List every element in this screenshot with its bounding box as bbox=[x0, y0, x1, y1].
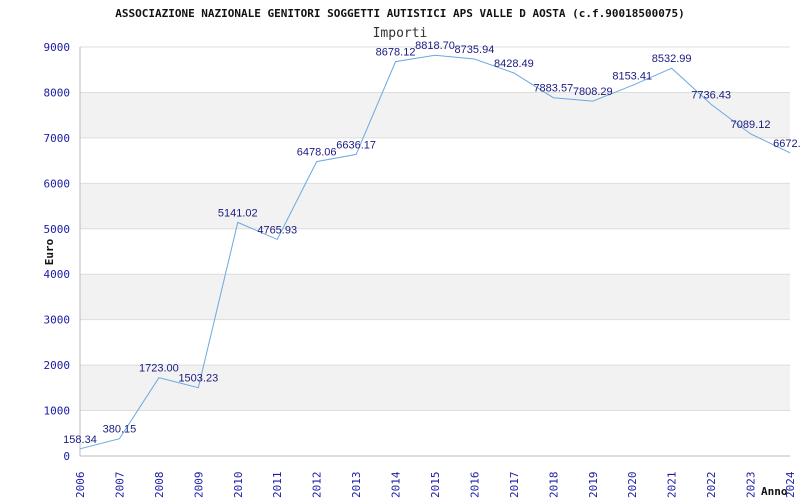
plot-background bbox=[80, 92, 790, 411]
chart-title: ASSOCIAZIONE NAZIONALE GENITORI SOGGETTI… bbox=[115, 7, 685, 20]
x-tick-label: 2009 bbox=[192, 472, 205, 499]
x-tick-label: 2019 bbox=[587, 472, 600, 499]
data-label: 8735.94 bbox=[455, 44, 495, 56]
line-chart: 0 1000 2000 3000 4000 5000 6000 7000 8000 9000 200… bbox=[43, 7, 800, 499]
y-tick-label: 8000 bbox=[44, 86, 71, 99]
y-tick-label: 3000 bbox=[44, 314, 71, 327]
data-label: 8678.12 bbox=[376, 47, 416, 59]
chart: 0 1000 2000 3000 4000 5000 6000 7000 8000 9000 200… bbox=[0, 0, 800, 500]
data-label: 8532.99 bbox=[652, 53, 692, 65]
x-tick-label: 2018 bbox=[547, 472, 560, 499]
x-tick-label: 2020 bbox=[626, 472, 639, 499]
data-label: 158.34 bbox=[63, 434, 97, 446]
y-tick-label: 1000 bbox=[44, 405, 71, 418]
data-label: 8818.70 bbox=[415, 40, 455, 52]
y-tick-label: 4000 bbox=[44, 268, 71, 281]
grid-band bbox=[80, 183, 790, 229]
x-tick-label: 2015 bbox=[429, 472, 442, 499]
data-label: 8428.49 bbox=[494, 58, 534, 70]
y-axis-label: Euro bbox=[43, 238, 56, 265]
data-label: 5141.02 bbox=[218, 207, 258, 219]
x-tick-label: 2013 bbox=[350, 472, 363, 499]
x-tick-label: 2006 bbox=[74, 472, 87, 499]
x-tick-label: 2011 bbox=[271, 472, 284, 499]
x-tick-label: 2016 bbox=[468, 472, 481, 499]
y-tick-label: 5000 bbox=[44, 223, 71, 236]
x-tick-label: 2007 bbox=[113, 472, 126, 499]
x-tick-label: 2010 bbox=[232, 472, 245, 499]
data-label: 7089.12 bbox=[731, 119, 771, 131]
y-tick-label: 9000 bbox=[44, 41, 71, 54]
grid-band bbox=[80, 92, 790, 138]
data-label: 1503.23 bbox=[178, 373, 218, 385]
x-axis-label: Anno bbox=[761, 485, 788, 498]
y-tick-label: 2000 bbox=[44, 359, 71, 372]
data-label: 1723.00 bbox=[139, 363, 179, 375]
data-label: 4765.93 bbox=[257, 224, 297, 236]
chart-subtitle: Importi bbox=[373, 26, 428, 41]
x-tick-label: 2008 bbox=[153, 472, 166, 499]
data-label: 7808.29 bbox=[573, 86, 613, 98]
x-tick-label: 2023 bbox=[745, 472, 758, 499]
x-tick-label: 2017 bbox=[508, 472, 521, 499]
data-label: 6672.6 bbox=[773, 138, 800, 150]
y-tick-label: 0 bbox=[63, 450, 70, 463]
grid-band bbox=[80, 274, 790, 320]
data-label: 6636.17 bbox=[336, 139, 376, 151]
y-tick-label: 7000 bbox=[44, 132, 71, 145]
x-tick-label: 2012 bbox=[311, 472, 324, 499]
x-tick-label: 2021 bbox=[666, 472, 679, 499]
data-label: 7883.57 bbox=[533, 83, 573, 95]
data-label: 7736.43 bbox=[691, 89, 731, 101]
data-label: 380.15 bbox=[103, 424, 137, 436]
x-tick-label: 2022 bbox=[705, 472, 718, 499]
data-label: 8153.41 bbox=[612, 70, 652, 82]
y-tick-label: 6000 bbox=[44, 177, 71, 190]
x-tick-label: 2014 bbox=[390, 471, 403, 498]
data-label: 6478.06 bbox=[297, 147, 337, 159]
